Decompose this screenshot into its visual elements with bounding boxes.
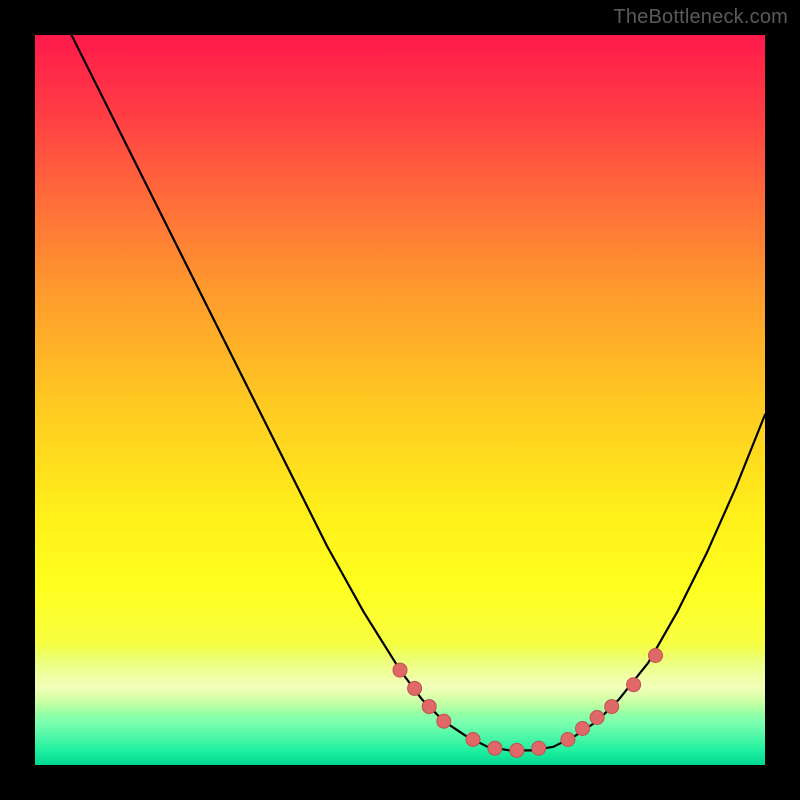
chart-stage: TheBottleneck.com (0, 0, 800, 800)
curve-marker (649, 649, 663, 663)
curve-marker (532, 741, 546, 755)
marker-group (393, 649, 663, 758)
curve-marker (393, 663, 407, 677)
curve-marker (576, 722, 590, 736)
curve-marker (488, 741, 502, 755)
bottleneck-curve (72, 35, 766, 750)
curve-marker (590, 711, 604, 725)
curve-marker (510, 743, 524, 757)
curve-marker (605, 700, 619, 714)
curve-marker (561, 733, 575, 747)
curve-marker (627, 678, 641, 692)
plot-area (35, 35, 765, 765)
curve-marker (422, 700, 436, 714)
watermark-text: TheBottleneck.com (613, 6, 788, 29)
curve-marker (408, 681, 422, 695)
curve-layer (35, 35, 765, 765)
curve-marker (466, 733, 480, 747)
curve-marker (437, 714, 451, 728)
